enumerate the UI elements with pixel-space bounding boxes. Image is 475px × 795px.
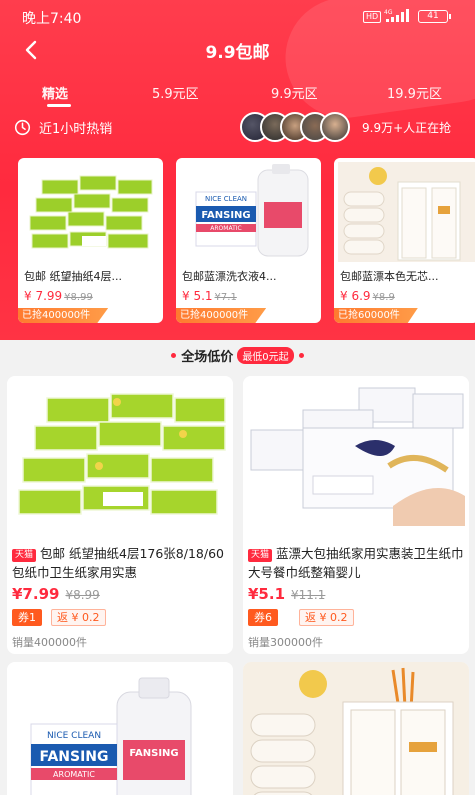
- product-name: 天猫 包邮 纸望抽纸4层176张8/18/60包纸巾卫生纸家用实惠: [12, 544, 230, 582]
- hd-indicator: HD: [363, 11, 382, 23]
- product-image: [243, 376, 469, 538]
- rebate-badge: 返 ¥ 0.2: [51, 609, 106, 626]
- product-card[interactable]: 天猫 包邮 纸望抽纸4层176张8/18/60包纸巾卫生纸家用实惠 ¥7.99 ¥8…: [7, 376, 233, 654]
- tab-featured[interactable]: 精选: [42, 83, 68, 102]
- original-price: ¥8.9: [372, 292, 395, 303]
- network-label: 4G: [384, 9, 393, 16]
- hot-product-card[interactable]: NICE CLEAN FANSING AROMATIC 包邮蓝漂洗衣液4... …: [176, 158, 321, 323]
- price-value: ¥5.1: [248, 585, 286, 603]
- product-image: NICE CLEAN FANSING AROMATIC FANSING: [7, 662, 233, 795]
- original-price: ¥7.1: [214, 292, 237, 303]
- clock-icon: [14, 119, 31, 136]
- avatar: [320, 112, 350, 142]
- product-price: ¥ 6.9 ¥8.9: [340, 289, 395, 303]
- tmall-tag: 天猫: [12, 549, 37, 562]
- section-title: 全场低价 最低0元起: [0, 346, 475, 365]
- original-price: ¥8.99: [64, 292, 93, 303]
- sold-count-badge: 已抢400000件: [18, 308, 109, 323]
- original-price: ¥8.99: [65, 588, 100, 602]
- tab-19-9[interactable]: 19.9元区: [387, 83, 442, 102]
- dot-icon: [171, 353, 177, 358]
- sold-count-badge: 已抢60000件: [334, 308, 418, 323]
- tab-underline: [47, 104, 71, 107]
- product-name: 包邮蓝漂洗衣液4...: [182, 270, 277, 283]
- price-value: ¥7.99: [12, 585, 60, 603]
- section-header: 全场低价 最低0元起: [0, 340, 475, 370]
- section-tag: 最低0元起: [237, 347, 294, 364]
- product-brand: NICE CLEAN: [47, 731, 101, 741]
- sold-count-badge: 已抢400000件: [176, 308, 267, 323]
- product-name: 包邮 纸望抽纸4层...: [24, 270, 122, 283]
- battery-icon: 41: [418, 10, 451, 23]
- price-value: ¥ 7.99: [24, 289, 63, 303]
- product-name: 天猫 蓝漂大包抽纸家用实惠装卫生纸巾大号餐巾纸整箱婴儿: [248, 544, 466, 582]
- signal-icon: 4G: [384, 9, 409, 22]
- product-brand-name: FANSING: [129, 748, 178, 759]
- tab-9-9[interactable]: 9.9元区: [271, 83, 318, 102]
- product-brand-name: FANSING: [201, 210, 250, 221]
- header: 晚上7:40 HD 4G 41 9.9包邮 精选 5.9元区 9.9元区 19.…: [0, 0, 475, 340]
- product-image: NICE CLEAN FANSING AROMATIC: [180, 162, 317, 262]
- product-image: [243, 662, 469, 795]
- hot-product-card[interactable]: 包邮蓝漂本色无芯... ¥ 6.9 ¥8.9 已抢60000件: [334, 158, 475, 323]
- product-image: [338, 162, 475, 262]
- product-image: [22, 162, 159, 262]
- price-value: ¥ 5.1: [182, 289, 213, 303]
- section-title-text: 全场低价: [181, 350, 234, 365]
- hot-product-card[interactable]: 包邮 纸望抽纸4层... ¥ 7.99 ¥8.99 已抢400000件: [18, 158, 163, 323]
- coupon-badge[interactable]: 券6: [248, 609, 278, 626]
- tab-bar: 精选 5.9元区 9.9元区 19.9元区: [0, 83, 475, 111]
- product-price: ¥7.99 ¥8.99: [12, 585, 100, 603]
- product-brand-name: FANSING: [39, 749, 108, 765]
- sales-count: 销量400000件: [12, 636, 87, 649]
- dot-icon: [298, 353, 304, 358]
- product-image: [7, 376, 233, 538]
- product-title: 包邮 纸望抽纸4层176张8/18/60包纸巾卫生纸家用实惠: [12, 546, 224, 580]
- buyer-avatars: [240, 112, 352, 142]
- original-price: ¥11.1: [291, 588, 326, 602]
- product-price: ¥5.1 ¥11.1: [248, 585, 325, 603]
- rebate-badge: 返 ¥ 0.2: [299, 609, 354, 626]
- coupon-badge[interactable]: 券1: [12, 609, 42, 626]
- status-bar: 晚上7:40 HD 4G 41: [0, 0, 475, 34]
- product-price: ¥ 5.1 ¥7.1: [182, 289, 237, 303]
- product-brand-sub: AROMATIC: [53, 770, 95, 779]
- product-price: ¥ 7.99 ¥8.99: [24, 289, 93, 303]
- online-count: 9.9万+人正在抢: [362, 121, 452, 135]
- status-time: 晚上7:40: [22, 11, 82, 27]
- product-brand: NICE CLEAN: [205, 195, 247, 203]
- product-card[interactable]: [243, 662, 469, 795]
- hot-sales-text: 近1小时热销: [39, 122, 113, 137]
- product-card[interactable]: 天猫 蓝漂大包抽纸家用实惠装卫生纸巾大号餐巾纸整箱婴儿 ¥5.1 ¥11.1 券6 …: [243, 376, 469, 654]
- tmall-tag: 天猫: [248, 549, 273, 562]
- product-title: 蓝漂大包抽纸家用实惠装卫生纸巾大号餐巾纸整箱婴儿: [248, 546, 464, 580]
- product-card[interactable]: NICE CLEAN FANSING AROMATIC FANSING: [7, 662, 233, 795]
- price-value: ¥ 6.9: [340, 289, 371, 303]
- product-brand-sub: AROMATIC: [210, 225, 241, 232]
- hot-sales-label: 近1小时热销: [14, 118, 112, 137]
- tab-5-9[interactable]: 5.9元区: [152, 83, 199, 102]
- product-name: 包邮蓝漂本色无芯...: [340, 270, 439, 283]
- page-title: 9.9包邮: [205, 43, 270, 63]
- sales-count: 销量300000件: [248, 636, 323, 649]
